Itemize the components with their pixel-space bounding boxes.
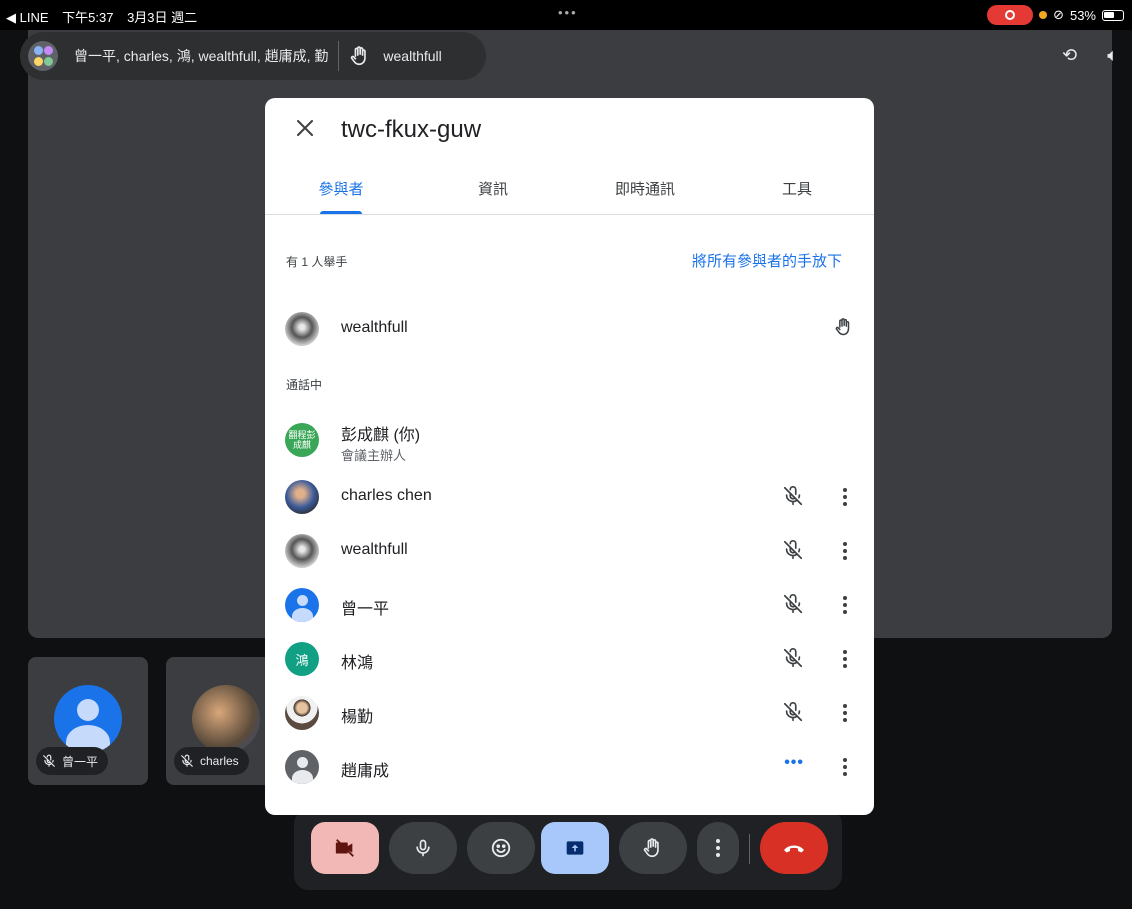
battery-icon — [1102, 9, 1124, 21]
active-tab-indicator — [320, 211, 362, 214]
more-vert-icon[interactable] — [842, 485, 848, 507]
avatar — [285, 696, 319, 730]
list-item[interactable]: 曾一平 — [265, 578, 874, 632]
close-icon — [297, 120, 313, 136]
back-to-app-link[interactable]: ◀ LINE — [6, 10, 49, 25]
dialog-tabs: 參與者 資訊 即時通訊 工具 — [265, 170, 874, 215]
more-vert-icon[interactable] — [842, 593, 848, 615]
meeting-details-dialog: twc-fkux-guw 參與者 資訊 即時通訊 工具 有 1 人舉手 將所有參… — [265, 98, 874, 815]
participant-name: charles chen — [341, 487, 432, 504]
mic-off-icon — [181, 754, 193, 767]
speaker-icon[interactable]: 🔈︎ — [1107, 45, 1118, 66]
tile-name-label: 曾一平 — [36, 747, 109, 775]
avatar — [285, 480, 319, 514]
list-item[interactable]: 楊勤 — [265, 686, 874, 740]
avatar — [285, 312, 319, 346]
tile-name-label: charles — [174, 747, 249, 775]
end-call-button[interactable] — [760, 822, 828, 874]
present-screen-icon — [566, 841, 584, 855]
more-vert-icon[interactable] — [842, 647, 848, 669]
raised-hand-participant-name: wealthfull — [383, 48, 442, 64]
reactions-button[interactable] — [467, 822, 535, 874]
list-item[interactable]: wealthfull — [265, 524, 874, 578]
avatar: 鴻 — [285, 642, 319, 676]
mic-off-icon[interactable] — [782, 539, 804, 561]
participant-role: 會議主辦人 — [341, 448, 407, 463]
list-item[interactable]: wealthfull — [265, 302, 874, 356]
participants-summary-pill[interactable]: 曾一平, charles, 鴻, wealthfull, 趙庸成, 勤 weal… — [20, 32, 486, 80]
camera-toggle-button[interactable] — [311, 822, 379, 874]
avatar — [285, 588, 319, 622]
tab-participants[interactable]: 參與者 — [281, 178, 401, 199]
raised-hand-icon[interactable] — [834, 316, 854, 343]
status-right: ⊘ 53% — [987, 5, 1124, 25]
mic-off-icon[interactable] — [782, 485, 804, 507]
participants-summary-text: 曾一平, charles, 鴻, wealthfull, 趙庸成, 勤 — [74, 48, 329, 64]
camera-off-icon — [335, 839, 354, 857]
close-button[interactable] — [291, 116, 319, 144]
participant-name: 楊勤 — [341, 709, 374, 726]
participant-name: 林鴻 — [341, 655, 374, 672]
meeting-code-title: twc-fkux-guw — [341, 116, 482, 143]
top-right-controls: ⟲ 🔈︎ — [1062, 45, 1118, 66]
participant-name: 曾一平 — [341, 601, 390, 618]
tab-chat[interactable]: 即時通訊 — [585, 178, 705, 199]
pill-divider — [338, 41, 340, 71]
speaking-indicator-icon: ••• — [784, 754, 804, 771]
microphone-icon — [416, 839, 430, 857]
mic-off-icon[interactable] — [782, 701, 804, 723]
mic-in-use-dot-icon — [1039, 11, 1048, 19]
more-options-button[interactable] — [697, 822, 739, 874]
participant-name: 趙庸成 — [341, 763, 390, 780]
status-left: ◀ LINE 下午5:37 3月3日 週二 — [6, 7, 207, 26]
avatar — [285, 534, 319, 568]
mic-off-icon[interactable] — [782, 593, 804, 615]
participant-name: wealthfull — [341, 541, 408, 558]
raised-hands-section-label: 有 1 人舉手 — [286, 255, 348, 269]
microphone-toggle-button[interactable] — [389, 822, 457, 874]
present-screen-button[interactable] — [541, 822, 609, 874]
hang-up-icon — [784, 845, 804, 853]
call-controls-bar — [294, 810, 842, 890]
lower-all-hands-button[interactable]: 將所有參與者的手放下 — [692, 250, 842, 271]
tab-tools[interactable]: 工具 — [737, 178, 857, 199]
participant-tile[interactable]: 曾一平 — [28, 657, 148, 785]
in-call-section-label: 通話中 — [286, 378, 323, 392]
raise-hand-icon — [643, 838, 659, 858]
mic-off-icon[interactable] — [782, 647, 804, 669]
raise-hand-button[interactable] — [619, 822, 687, 874]
tile-name: charles — [200, 754, 239, 768]
raised-hand-icon — [351, 46, 367, 66]
list-item[interactable]: 鴻 林鴻 — [265, 632, 874, 686]
more-vert-icon[interactable] — [842, 701, 848, 723]
more-vert-icon[interactable] — [842, 539, 848, 561]
multitask-dots[interactable]: ••• — [558, 5, 578, 20]
participant-name: 彭成麒 (你) — [341, 427, 421, 444]
more-vert-icon — [716, 839, 720, 857]
list-item[interactable]: charles chen — [265, 470, 874, 524]
status-date: 3月3日 週二 — [127, 10, 198, 25]
battery-percent: 53% — [1069, 7, 1096, 23]
controls-divider — [749, 834, 750, 864]
switch-camera-icon[interactable]: ⟲ — [1062, 45, 1077, 66]
avatar — [192, 685, 260, 753]
participant-name: wealthfull — [341, 319, 408, 336]
avatar: 翻程彭成麒 — [285, 423, 319, 457]
status-time: 下午5:37 — [62, 10, 114, 25]
tab-info[interactable]: 資訊 — [433, 178, 553, 199]
list-item[interactable]: 翻程彭成麒 彭成麒 (你) 會議主辦人 — [265, 413, 874, 467]
status-bar: ◀ LINE 下午5:37 3月3日 週二 ••• ⊘ 53% — [0, 0, 1132, 30]
more-vert-icon[interactable] — [842, 755, 848, 777]
avatar — [285, 750, 319, 784]
mic-off-icon — [43, 754, 55, 767]
avatar — [54, 685, 122, 753]
emoji-icon — [491, 838, 511, 858]
list-item[interactable]: 趙庸成 ••• — [265, 740, 874, 794]
screen-record-icon[interactable] — [987, 5, 1034, 25]
participants-group-icon — [28, 41, 58, 71]
orientation-lock-icon: ⊘ — [1053, 7, 1064, 22]
tile-name: 曾一平 — [62, 754, 99, 769]
